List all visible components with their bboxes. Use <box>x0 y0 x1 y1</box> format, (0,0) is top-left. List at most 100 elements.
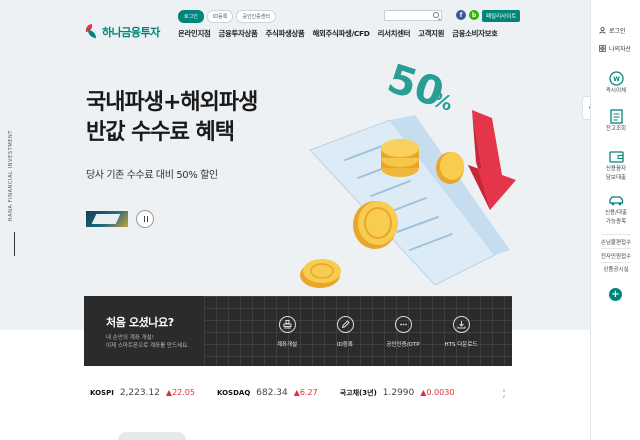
stamp-icon <box>278 316 296 333</box>
panel-e-complaint-link[interactable]: 전자민원접수 <box>591 252 640 260</box>
hero-title-line2: 반값 수수료 혜택 <box>86 120 235 145</box>
panel-item-label: 신용융자 <box>605 166 627 172</box>
bottom-tab-peek[interactable] <box>118 432 186 440</box>
wallet-icon <box>608 148 624 164</box>
coin-bottom <box>300 259 341 288</box>
nav-stock-derivatives[interactable]: 주식파생상품 <box>266 28 305 39</box>
logo-icon <box>84 23 98 39</box>
ticker-name: KOSDAQ <box>216 389 251 397</box>
quick-item-label: HTS 다운로드 <box>444 342 478 348</box>
logo-text: 하나금융투자 <box>102 26 160 39</box>
family-site-button[interactable]: 패밀리사이트 <box>482 10 521 22</box>
coin-right <box>436 152 464 184</box>
ticker-kospi[interactable]: KOSPI 2,223.12 ▲22.05 <box>90 388 195 398</box>
panel-divider <box>601 262 631 263</box>
svg-text:W: W <box>613 76 620 83</box>
coin-large <box>353 201 398 249</box>
panel-credit-loan[interactable]: 신용융자 담보대출 <box>591 148 640 182</box>
panel-item-label-2: 담보대출 <box>605 175 627 181</box>
panel-complaint-link[interactable]: 손님불편접수 <box>591 238 640 246</box>
quick-item-label: ID등록 <box>337 342 353 348</box>
discount-badge: 50 % <box>382 60 456 117</box>
user-icon <box>599 27 606 34</box>
side-brand-text: HANA FINANCIAL INVESTMENT <box>8 130 22 280</box>
vertical-brand-label: HANA FINANCIAL INVESTMENT <box>8 130 14 222</box>
nav-research-center[interactable]: 리서치센터 <box>378 28 411 39</box>
quick-id-register[interactable]: ID등록 <box>316 316 374 348</box>
id-register-link[interactable]: ID등록 <box>206 10 234 23</box>
nav-consumer-protection[interactable]: 금융소비자보호 <box>452 28 498 39</box>
quick-item-label: 계좌개설 <box>276 342 298 348</box>
ticker-scroll-arrows: ∧ ∨ <box>502 388 506 400</box>
ticker-value: 2,223.12 <box>119 388 160 398</box>
search-icon[interactable] <box>433 12 439 18</box>
logo[interactable]: 하나금융투자 <box>84 23 160 40</box>
facebook-icon[interactable]: f <box>456 10 466 20</box>
hero-illustration: 50 % <box>300 60 516 288</box>
quick-description: 내 손안의 계좌 개설! 이제 스마트폰으로 계좌를 만드세요. <box>106 334 189 350</box>
ticker-value: 1.2990 <box>382 388 415 398</box>
nav-online-branch[interactable]: 온라인지점 <box>178 28 211 39</box>
hero-title-line1: 국내파생+해외파생 <box>86 90 258 115</box>
panel-my-assets-label: 나의자산 <box>609 46 632 53</box>
main-nav: 온라인지점 금융투자상품 주식파생상품 해외주식파생/CFD 리서치센터 고객지… <box>178 28 498 39</box>
transfer-icon: W <box>608 70 624 86</box>
panel-item-label: 신용/대출 <box>604 210 628 216</box>
sns-links: f b <box>456 10 479 20</box>
ticker-name: KOSPI <box>90 389 114 397</box>
panel-item-label: 잔고조회 <box>605 126 627 132</box>
quick-title: 처음 오셨나요? <box>106 316 174 329</box>
utility-links: 로그인 ID등록 공인인증센터 <box>178 10 276 23</box>
quick-menu: 계좌개설 ID등록 공인인증/OTP HTS 다운로드 <box>258 316 490 348</box>
quick-hts-download[interactable]: HTS 다운로드 <box>432 316 490 348</box>
add-menu-button[interactable]: + <box>609 288 622 301</box>
blog-icon[interactable]: b <box>469 10 479 20</box>
hero-subtitle: 당사 기존 수수료 대비 50% 할인 <box>86 170 218 181</box>
panel-divider <box>601 234 631 235</box>
panel-login[interactable]: 로그인 <box>599 26 626 35</box>
quick-desc-line2: 이제 스마트폰으로 계좌를 만드세요. <box>106 343 189 349</box>
ticker-name: 국고채(3년) <box>339 389 377 397</box>
ticker-kosdaq[interactable]: KOSDAQ 682.34 ▲6.27 <box>217 388 318 398</box>
chevron-down-icon[interactable]: ∨ <box>502 394 506 400</box>
panel-instant-transfer[interactable]: W 즉시이체 <box>591 70 640 95</box>
panel-login-label: 로그인 <box>609 28 626 35</box>
panel-item-label-2: 가능종목 <box>605 219 627 225</box>
quick-desc-line1: 내 손안의 계좌 개설! <box>106 335 154 341</box>
panel-balance-inquiry[interactable]: 잔고조회 <box>591 108 640 133</box>
right-quick-panel: 로그인 나의자산 W 즉시이체 잔고조회 신용융자 담보대출 신용/대출 가능종… <box>590 0 640 440</box>
panel-my-assets[interactable]: 나의자산 <box>599 44 631 53</box>
document-icon <box>608 108 624 124</box>
nav-customer-support[interactable]: 고객지원 <box>418 28 444 39</box>
panel-loan-eligible[interactable]: 신용/대출 가능종목 <box>591 192 640 226</box>
quick-item-label: 공인인증/OTP <box>386 342 420 348</box>
ticker-treasury-3y[interactable]: 국고채(3년) 1.2990 ▲0.0030 <box>340 388 455 398</box>
quick-certificate-otp[interactable]: 공인인증/OTP <box>374 316 432 348</box>
grid-icon <box>599 45 606 52</box>
download-icon <box>452 316 470 333</box>
banner-thumbnail[interactable] <box>86 211 128 227</box>
pause-button[interactable] <box>136 210 154 228</box>
market-ticker: KOSPI 2,223.12 ▲22.05 KOSDAQ 682.34 ▲6.2… <box>90 388 476 398</box>
coin-stack <box>381 139 419 177</box>
car-icon <box>608 192 624 208</box>
panel-divider <box>601 248 631 249</box>
quick-start-panel: 처음 오셨나요? 내 손안의 계좌 개설! 이제 스마트폰으로 계좌를 만드세요… <box>84 296 512 366</box>
nav-financial-products[interactable]: 금융투자상품 <box>219 28 258 39</box>
dots-icon <box>394 316 412 333</box>
quick-open-account[interactable]: 계좌개설 <box>258 316 316 348</box>
pen-icon <box>336 316 354 333</box>
ticker-change: ▲0.0030 <box>420 388 455 397</box>
plus-icon: + <box>611 289 620 300</box>
search-box <box>384 10 442 29</box>
certificate-center-link[interactable]: 공인인증센터 <box>236 10 276 23</box>
ticker-change: ▲6.27 <box>293 388 318 397</box>
down-arrow-icon <box>468 110 516 210</box>
hero-title: 국내파생+해외파생 반값 수수료 혜택 <box>86 88 258 148</box>
login-link[interactable]: 로그인 <box>178 10 204 23</box>
ticker-value: 682.34 <box>256 388 288 398</box>
side-divider <box>14 232 15 256</box>
nav-overseas-cfd[interactable]: 해외주식파생/CFD <box>313 28 370 39</box>
ticker-change: ▲22.05 <box>165 388 195 397</box>
panel-product-disclosure-link[interactable]: 상품공시실 <box>591 265 640 273</box>
